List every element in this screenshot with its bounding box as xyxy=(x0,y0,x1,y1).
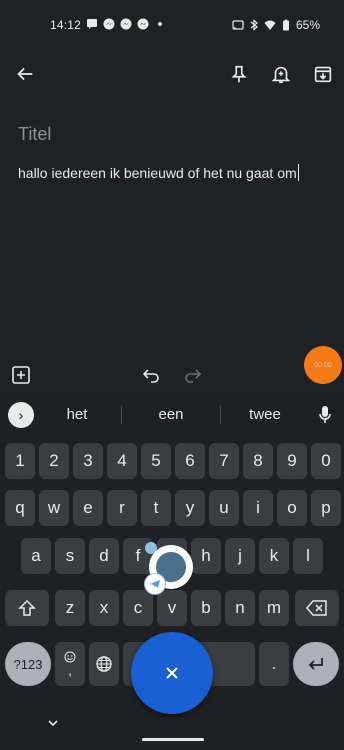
key-i[interactable]: i xyxy=(243,490,273,526)
key-z[interactable]: z xyxy=(55,590,85,626)
gesture-nav-handle[interactable] xyxy=(142,738,204,741)
message-icon xyxy=(87,19,97,29)
key-l[interactable]: l xyxy=(293,538,323,574)
key-q[interactable]: q xyxy=(5,490,35,526)
messenger-icon xyxy=(137,18,149,30)
key-t[interactable]: t xyxy=(141,490,171,526)
key-x[interactable]: x xyxy=(89,590,119,626)
messenger-icon xyxy=(103,18,115,30)
key-c[interactable]: c xyxy=(123,590,153,626)
suggestion-divider xyxy=(121,406,122,424)
battery-percentage: 65% xyxy=(295,18,320,32)
key-4[interactable]: 4 xyxy=(107,443,137,479)
telegram-icon xyxy=(150,580,160,588)
comma-label: , xyxy=(68,662,72,678)
key-d[interactable]: d xyxy=(89,538,119,574)
key-k[interactable]: k xyxy=(259,538,289,574)
key-6[interactable]: 6 xyxy=(175,443,205,479)
comma-key[interactable]: , xyxy=(55,642,85,686)
key-1[interactable]: 1 xyxy=(5,443,35,479)
note-body-input[interactable]: hallo iedereen ik benieuwd of het nu gaa… xyxy=(18,164,299,181)
backspace-key[interactable] xyxy=(295,590,339,626)
shift-icon xyxy=(18,599,36,616)
key-u[interactable]: u xyxy=(209,490,239,526)
enter-key[interactable] xyxy=(293,642,339,686)
key-8[interactable]: 8 xyxy=(243,443,273,479)
notification-icons xyxy=(86,18,166,30)
symbols-key[interactable]: ?123 xyxy=(5,642,51,686)
key-o[interactable]: o xyxy=(277,490,307,526)
pin-icon[interactable] xyxy=(228,63,250,85)
period-key[interactable]: . xyxy=(259,642,289,686)
key-p[interactable]: p xyxy=(311,490,341,526)
add-box-icon[interactable] xyxy=(12,366,30,384)
shift-key[interactable] xyxy=(5,590,49,626)
suggestion-2[interactable]: een xyxy=(148,406,194,423)
status-time: 14:12 xyxy=(50,18,82,32)
key-s[interactable]: s xyxy=(55,538,85,574)
system-status-icons: 65% xyxy=(232,18,320,32)
hide-keyboard-chevron-icon[interactable] xyxy=(46,718,60,728)
telegram-badge xyxy=(144,573,166,595)
key-n[interactable]: n xyxy=(225,590,255,626)
key-0[interactable]: 0 xyxy=(311,443,341,479)
close-overlay-button[interactable] xyxy=(131,632,213,714)
battery-icon xyxy=(282,19,289,31)
back-arrow-icon[interactable] xyxy=(14,63,36,85)
key-5[interactable]: 5 xyxy=(141,443,171,479)
archive-icon[interactable] xyxy=(312,63,334,85)
key-a[interactable]: a xyxy=(21,538,51,574)
close-icon xyxy=(166,667,178,679)
redo-icon[interactable] xyxy=(184,366,202,384)
messenger-icon xyxy=(120,18,132,30)
key-9[interactable]: 9 xyxy=(277,443,307,479)
undo-icon[interactable] xyxy=(142,366,160,384)
key-3[interactable]: 3 xyxy=(73,443,103,479)
reminder-bell-icon[interactable] xyxy=(270,63,292,85)
key-7[interactable]: 7 xyxy=(209,443,239,479)
text-cursor xyxy=(297,164,299,181)
dot-icon xyxy=(158,22,162,26)
key-w[interactable]: w xyxy=(39,490,69,526)
backspace-icon xyxy=(306,600,327,616)
emoji-icon xyxy=(64,651,76,662)
key-b[interactable]: b xyxy=(191,590,221,626)
suggestion-3[interactable]: twee xyxy=(242,406,288,423)
wifi-icon xyxy=(264,20,276,30)
globe-icon xyxy=(96,656,112,672)
key-v[interactable]: v xyxy=(157,590,187,626)
screen-recorder-bubble[interactable]: 00:00 xyxy=(304,346,342,384)
bluetooth-icon xyxy=(250,19,258,31)
key-e[interactable]: e xyxy=(73,490,103,526)
cast-icon xyxy=(232,20,244,30)
keyboard-menu-chevron-icon[interactable]: › xyxy=(8,402,34,428)
note-title-input[interactable]: Titel xyxy=(18,124,51,145)
suggestion-1[interactable]: het xyxy=(56,406,98,423)
key-r[interactable]: r xyxy=(107,490,137,526)
suggestion-divider xyxy=(220,406,221,424)
key-2[interactable]: 2 xyxy=(39,443,69,479)
language-key[interactable] xyxy=(89,642,119,686)
enter-icon xyxy=(308,658,323,670)
key-j[interactable]: j xyxy=(225,538,255,574)
key-y[interactable]: y xyxy=(175,490,205,526)
microphone-icon[interactable] xyxy=(318,405,332,425)
key-h[interactable]: h xyxy=(191,538,221,574)
note-body-text: hallo iedereen ik benieuwd of het nu gaa… xyxy=(18,165,297,181)
key-m[interactable]: m xyxy=(259,590,289,626)
